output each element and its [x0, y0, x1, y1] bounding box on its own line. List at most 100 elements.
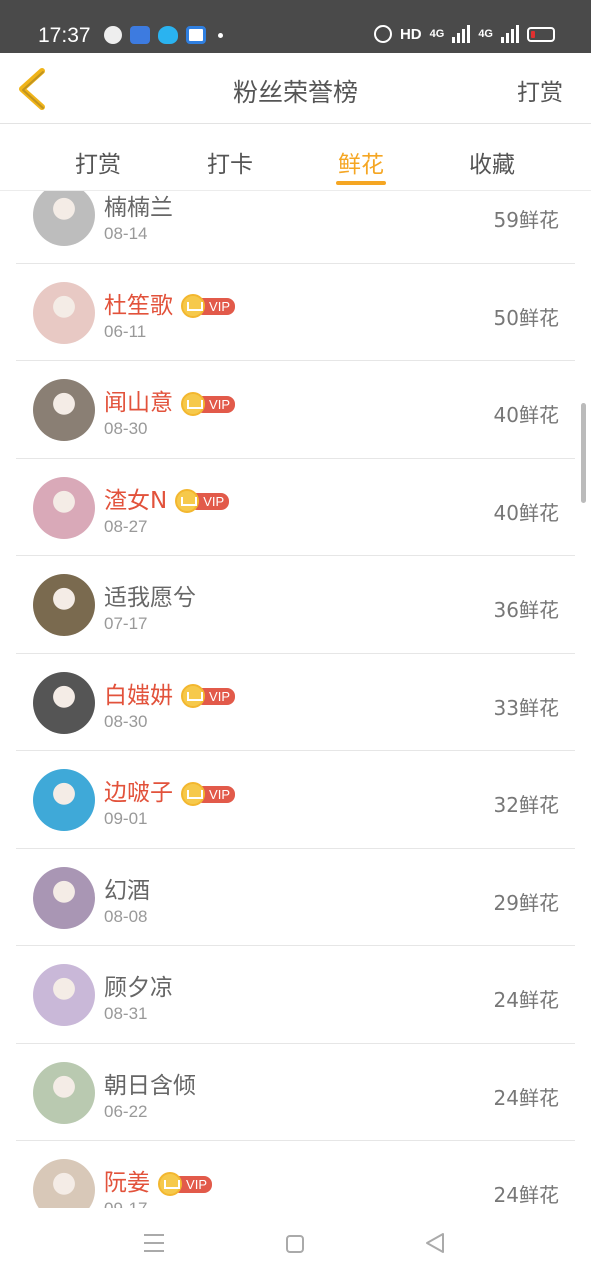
list-item[interactable]: 朝日含倾 06-22 24鲜花	[16, 1044, 575, 1141]
crown-icon	[181, 781, 205, 806]
user-name[interactable]: 楠楠兰	[104, 191, 173, 222]
crown-icon	[181, 294, 205, 318]
tab-tip[interactable]: 打赏	[58, 145, 138, 179]
avatar[interactable]	[33, 574, 95, 636]
menu-icon[interactable]	[144, 1234, 164, 1252]
home-icon[interactable]	[286, 1235, 304, 1253]
user-name[interactable]: 朝日含倾	[104, 1066, 196, 1100]
hd-label: HD	[399, 25, 422, 43]
user-name-text: 阮姜	[104, 1170, 150, 1196]
date: 08-27	[104, 516, 148, 536]
date: 07-17	[104, 614, 148, 633]
user-name-text: 楠楠兰	[104, 195, 173, 221]
flower-count: 36鲜花	[493, 598, 559, 622]
tip-button[interactable]: 打赏	[517, 73, 563, 107]
user-name[interactable]: 阮姜 VIP	[104, 1163, 212, 1197]
user-name[interactable]: 边啵子 VIP	[104, 773, 235, 807]
back-triangle-icon[interactable]	[424, 1232, 446, 1254]
active-tab-indicator	[336, 181, 386, 185]
qq-icon	[158, 26, 178, 44]
list-item[interactable]: 适我愿兮 07-17 36鲜花	[16, 556, 575, 654]
signal-icon-1	[452, 25, 471, 43]
user-name-text: 朝日含倾	[104, 1072, 196, 1099]
avatar[interactable]	[33, 379, 95, 441]
date: 06-11	[104, 321, 147, 341]
tab-bar: 打赏 打卡 鲜花 收藏	[0, 125, 591, 191]
user-name-text: 白媸妌	[104, 682, 173, 709]
user-name[interactable]: 适我愿兮	[104, 578, 196, 612]
date: 09-17	[104, 1199, 147, 1208]
crown-icon	[181, 391, 205, 416]
avatar[interactable]	[33, 671, 95, 734]
vip-badge: VIP	[181, 391, 235, 416]
avatar[interactable]	[33, 476, 95, 539]
flower-count: 50鲜花	[493, 305, 559, 330]
status-right: HD 4G 4G	[373, 25, 555, 43]
list-item[interactable]: 楠楠兰 08-14 59鲜花	[16, 191, 575, 264]
notification-icons	[104, 26, 223, 44]
user-name[interactable]: 渣女N VIP	[104, 481, 230, 515]
flower-count: 24鲜花	[493, 1183, 559, 1207]
date: 08-08	[104, 906, 148, 926]
tab-favorites[interactable]: 收藏	[452, 145, 532, 179]
header: 粉丝荣誉榜 打赏	[0, 53, 591, 124]
app-icon-blue	[130, 26, 150, 44]
list-item[interactable]: 白媸妌 VIP 08-30 33鲜花	[16, 654, 575, 751]
date: 09-01	[104, 809, 148, 828]
avatar[interactable]	[33, 281, 95, 344]
flower-count: 24鲜花	[493, 988, 559, 1012]
user-name-text: 顾夕凉	[104, 975, 173, 1001]
list-item[interactable]: 杜笙歌 VIP 06-11 50鲜花	[16, 264, 575, 361]
more-notifications-icon	[218, 32, 223, 38]
flower-count: 59鲜花	[493, 208, 559, 232]
date: 06-22	[104, 1101, 148, 1121]
list-item[interactable]: 顾夕凉 08-31 24鲜花	[16, 946, 575, 1044]
alarm-icon	[373, 25, 392, 43]
user-name[interactable]: 幻酒	[104, 871, 150, 905]
user-name[interactable]: 杜笙歌 VIP	[104, 286, 235, 320]
list-item[interactable]: 边啵子 VIP 09-01 32鲜花	[16, 751, 575, 849]
avatar[interactable]	[33, 866, 95, 929]
status-bar: 17:37 HD 4G 4G	[0, 0, 591, 53]
vip-badge: VIP	[175, 489, 230, 513]
flower-count: 33鲜花	[493, 695, 559, 720]
scrollbar[interactable]	[581, 403, 586, 503]
avatar[interactable]	[33, 1061, 95, 1124]
system-nav-bar	[0, 1208, 591, 1280]
user-name-text: 边啵子	[104, 780, 173, 806]
flower-count: 40鲜花	[493, 403, 559, 427]
date: 08-30	[104, 711, 148, 731]
crown-icon	[181, 684, 205, 708]
signal-icon-2	[501, 25, 519, 43]
ranking-list[interactable]: 楠楠兰 08-14 59鲜花杜笙歌 VIP 06-11 50鲜花闻山意 VIP 08-30 40…	[0, 191, 591, 1208]
crown-icon	[158, 1171, 182, 1196]
avatar[interactable]	[33, 1159, 95, 1208]
vip-badge: VIP	[181, 781, 235, 806]
user-name-text: 幻酒	[104, 877, 150, 904]
vip-badge: VIP	[181, 294, 235, 318]
vip-badge: VIP	[158, 1171, 212, 1196]
user-name-text: 闻山意	[104, 390, 173, 416]
user-name[interactable]: 白媸妌 VIP	[104, 676, 235, 710]
flower-count: 32鲜花	[493, 793, 559, 817]
list-item[interactable]: 闻山意 VIP 08-30 40鲜花	[16, 361, 575, 459]
vip-badge: VIP	[181, 684, 235, 708]
list-item[interactable]: 阮姜 VIP 09-17 24鲜花	[16, 1141, 575, 1208]
avatar[interactable]	[33, 769, 95, 831]
user-name[interactable]: 顾夕凉	[104, 968, 173, 1002]
avatar[interactable]	[33, 964, 95, 1026]
date: 08-30	[104, 419, 148, 438]
tab-flowers[interactable]: 鲜花	[321, 145, 401, 179]
avatar[interactable]	[33, 191, 95, 246]
list-item[interactable]: 幻酒 08-08 29鲜花	[16, 849, 575, 946]
flower-count: 29鲜花	[493, 890, 559, 915]
flower-count: 40鲜花	[493, 500, 559, 525]
signal-4g-label-2: 4G	[478, 28, 493, 40]
list-item[interactable]: 渣女N VIP 08-27 40鲜花	[16, 459, 575, 556]
date: 08-14	[104, 224, 148, 243]
browser-icon	[186, 26, 206, 44]
date: 08-31	[104, 1004, 148, 1023]
user-name[interactable]: 闻山意 VIP	[104, 383, 235, 417]
tab-checkin[interactable]: 打卡	[190, 145, 270, 179]
user-name-text: 杜笙歌	[104, 292, 173, 319]
